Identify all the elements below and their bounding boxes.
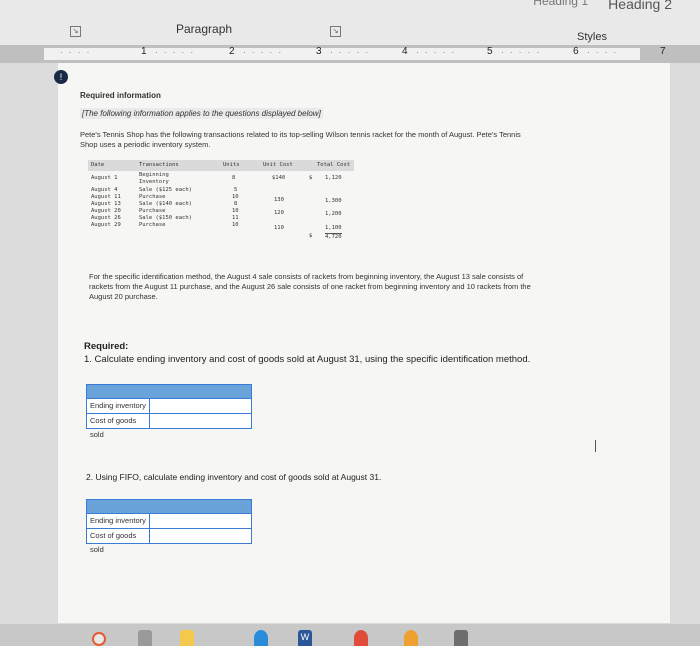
answer-row: Cost of goods sold bbox=[87, 413, 251, 439]
chrome-alt-icon[interactable] bbox=[354, 630, 368, 646]
required-label: Required: bbox=[84, 341, 129, 352]
ledger-date: August 13 bbox=[91, 201, 121, 207]
required-information-title: Required information bbox=[80, 91, 161, 100]
fifo-cogs-label: Cost of goods sold bbox=[87, 529, 150, 554]
heading-2-style[interactable]: Heading 2 bbox=[608, 0, 672, 12]
cogs-input[interactable] bbox=[150, 414, 251, 428]
answer-row: Ending inventory bbox=[87, 398, 251, 413]
ledger-transaction: Purchase bbox=[139, 222, 166, 228]
ledger-transaction: Sale ($150 each) bbox=[139, 215, 192, 221]
header-unit-cost: Unit Cost bbox=[263, 162, 293, 168]
question-1: 1. Calculate ending inventory and cost o… bbox=[84, 354, 531, 365]
transactions-table: Date Transactions Units Unit Cost Total … bbox=[88, 160, 354, 250]
sticky-notes-icon[interactable] bbox=[180, 630, 194, 646]
ledger-units: 8 bbox=[232, 175, 236, 181]
ledger-grand-dollar: $ bbox=[309, 233, 313, 239]
ruler-number: 3 bbox=[316, 46, 322, 57]
info-note: [The following information applies to th… bbox=[80, 108, 323, 119]
ruler-ticks: · · · · · bbox=[416, 48, 457, 57]
paragraph-group-label: Paragraph bbox=[176, 22, 233, 36]
orange-app-icon[interactable] bbox=[404, 630, 418, 646]
answer-table-fifo: Ending inventory Cost of goods sold bbox=[86, 499, 252, 554]
ledger-unit-cost: 110 bbox=[274, 225, 284, 231]
ruler-ticks: · · · · · bbox=[501, 48, 542, 57]
ledger-total: 1,100 bbox=[325, 225, 342, 231]
alert-badge-icon: ! bbox=[54, 70, 68, 84]
chrome-icon[interactable] bbox=[92, 632, 106, 646]
ruler-number: 4 bbox=[402, 46, 408, 57]
answer-table-header bbox=[87, 385, 251, 398]
answer-table-specific-id: Ending inventory Cost of goods sold bbox=[86, 384, 252, 439]
ledger-transaction: Sale ($140 each) bbox=[139, 201, 192, 207]
ledger-units: 8 bbox=[234, 201, 238, 207]
paragraph-launcher-icon[interactable]: ↘ bbox=[330, 26, 341, 37]
ledger-unit-cost: 120 bbox=[274, 210, 284, 216]
fifo-cogs-input[interactable] bbox=[150, 529, 251, 543]
ledger-units: 10 bbox=[232, 194, 239, 200]
ruler-ticks: · · · · bbox=[60, 48, 92, 57]
answer-table-header bbox=[87, 500, 251, 513]
ruler-number: 7 bbox=[660, 46, 666, 57]
header-date: Date bbox=[91, 162, 105, 168]
ledger-transaction: Purchase bbox=[139, 208, 166, 214]
ledger-units: 10 bbox=[232, 208, 239, 214]
cogs-label: Cost of goods sold bbox=[87, 414, 150, 439]
ledger-total: 1,120 bbox=[325, 175, 342, 181]
ledger-total: 1,200 bbox=[325, 211, 342, 217]
ledger-units: 10 bbox=[232, 222, 239, 228]
header-total-cost: Total Cost bbox=[317, 162, 351, 168]
ledger-date: August 1 bbox=[91, 175, 118, 181]
ending-inventory-input[interactable] bbox=[150, 399, 251, 413]
horizontal-ruler[interactable]: · · · · 1 · · · · · 2 · · · · · 3 · · · … bbox=[0, 45, 700, 63]
ledger-dollar-sign: $ bbox=[309, 175, 313, 181]
ruler-number: 5 bbox=[487, 46, 493, 57]
ending-inventory-label: Ending inventory bbox=[87, 399, 150, 413]
ruler-ticks: · · · · · bbox=[155, 48, 196, 57]
ribbon: Heading 1 Heading 2 ↘ Paragraph ↘ Styles bbox=[0, 0, 700, 46]
ledger-date: August 29 bbox=[91, 222, 121, 228]
ledger-date: August 4 bbox=[91, 187, 118, 193]
header-units: Units bbox=[223, 162, 240, 168]
intro-paragraph: Pete's Tennis Shop has the following tra… bbox=[80, 130, 521, 149]
transactions-header bbox=[88, 160, 354, 171]
ledger-transaction: Sale ($125 each) bbox=[139, 187, 192, 193]
edge-icon[interactable] bbox=[254, 630, 268, 646]
ledger-transaction: Beginning bbox=[139, 172, 169, 178]
ledger-date: August 11 bbox=[91, 194, 121, 200]
ledger-date: August 26 bbox=[91, 215, 121, 221]
calculator-alt-icon[interactable] bbox=[454, 630, 468, 646]
ledger-units: 5 bbox=[234, 187, 238, 193]
answer-row: Ending inventory bbox=[87, 513, 251, 528]
ledger-total: 1,300 bbox=[325, 198, 342, 204]
ledger-grand-total: 4,720 bbox=[325, 233, 342, 240]
dialog-launcher-icon[interactable]: ↘ bbox=[70, 26, 81, 37]
ledger-transaction: Purchase bbox=[139, 194, 166, 200]
ledger-unit-cost: 130 bbox=[274, 197, 284, 203]
calculator-icon[interactable] bbox=[138, 630, 152, 646]
specific-identification-note: For the specific identification method, … bbox=[89, 272, 531, 301]
ledger-date: August 20 bbox=[91, 208, 121, 214]
fifo-ending-inventory-label: Ending inventory bbox=[87, 514, 150, 528]
ledger-transaction: Inventory bbox=[139, 179, 169, 185]
ruler-number: 6 bbox=[573, 46, 579, 57]
header-transactions: Transactions bbox=[139, 162, 179, 168]
ledger-units: 11 bbox=[232, 215, 239, 221]
ruler-ticks: · · · · · bbox=[243, 48, 284, 57]
word-icon[interactable]: W bbox=[298, 630, 312, 646]
ledger-unit-cost: $140 bbox=[272, 175, 286, 181]
required-section: Required: 1. Calculate ending inventory … bbox=[84, 340, 530, 366]
ruler-ticks: · · · · bbox=[587, 48, 619, 57]
heading-1-style[interactable]: Heading 1 bbox=[533, 0, 588, 8]
question-2: 2. Using FIFO, calculate ending inventor… bbox=[86, 472, 382, 482]
ruler-ticks: · · · · · bbox=[330, 48, 371, 57]
answer-row: Cost of goods sold bbox=[87, 528, 251, 554]
ruler-number: 1 bbox=[141, 46, 147, 57]
fifo-ending-inventory-input[interactable] bbox=[150, 514, 251, 528]
taskbar: W bbox=[0, 624, 700, 646]
text-cursor bbox=[595, 440, 596, 452]
styles-group-label: Styles bbox=[577, 31, 607, 43]
ruler-number: 2 bbox=[229, 46, 235, 57]
